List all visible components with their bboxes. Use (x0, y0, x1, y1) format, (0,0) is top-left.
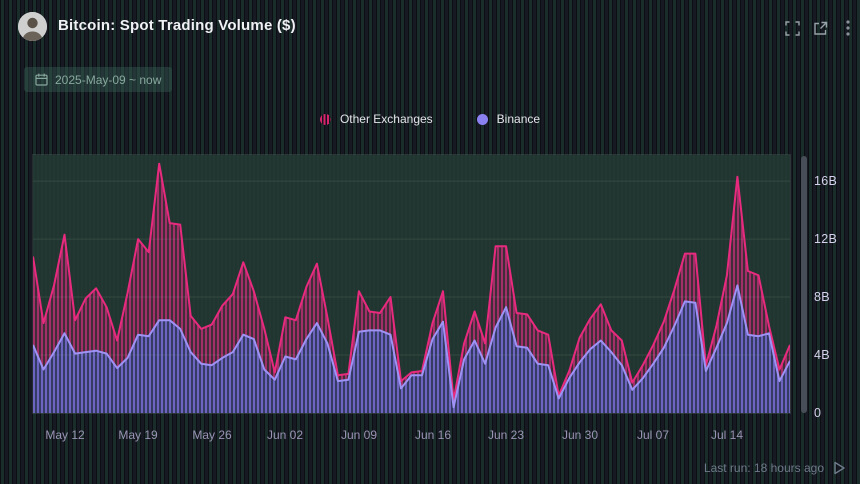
x-axis-label: May 12 (45, 428, 84, 442)
footer-status: Last run: 18 hours ago (704, 461, 846, 475)
date-range-label: 2025-May-09 ~ now (55, 73, 161, 87)
play-icon (835, 463, 844, 474)
chart-scrollbar[interactable] (801, 156, 807, 413)
run-button[interactable] (833, 461, 846, 475)
legend-item-binance[interactable]: Binance (477, 112, 540, 126)
chart-legend: Other Exchanges Binance (0, 112, 860, 126)
app-header: Bitcoin: Spot Trading Volume ($) (0, 0, 860, 52)
open-external-button[interactable] (810, 18, 830, 38)
x-axis-label: May 19 (118, 428, 157, 442)
chart-plot-area[interactable] (33, 155, 790, 413)
y-axis: 04B8B12B16B (814, 155, 858, 413)
kebab-menu-icon (846, 20, 850, 36)
avatar[interactable] (18, 12, 47, 41)
y-axis-label: 4B (814, 348, 830, 362)
calendar-icon (35, 73, 48, 86)
date-range-chip[interactable]: 2025-May-09 ~ now (24, 67, 172, 92)
stacked-area-chart (33, 155, 790, 413)
legend-label: Other Exchanges (340, 112, 433, 126)
page-title: Bitcoin: Spot Trading Volume ($) (58, 17, 296, 34)
more-menu-button[interactable] (838, 18, 858, 38)
x-axis-label: Jun 30 (562, 428, 598, 442)
y-axis-label: 0 (814, 406, 821, 420)
y-axis-label: 12B (814, 232, 837, 246)
legend-dot-binance (477, 114, 488, 125)
y-axis-label: 8B (814, 290, 830, 304)
x-axis-label: Jun 09 (341, 428, 377, 442)
x-axis-label: Jul 14 (711, 428, 743, 442)
x-axis-label: May 26 (192, 428, 231, 442)
x-axis-label: Jul 07 (637, 428, 669, 442)
x-axis-label: Jun 16 (415, 428, 451, 442)
x-axis-label: Jun 23 (488, 428, 524, 442)
x-axis: May 12 May 19 May 26 Jun 02 Jun 09 Jun 16 Jun … (33, 428, 790, 444)
y-axis-label: 16B (814, 174, 837, 188)
external-link-icon (813, 21, 828, 36)
legend-label: Binance (497, 112, 540, 126)
legend-item-other-exchanges[interactable]: Other Exchanges (320, 112, 433, 126)
legend-dot-other-exchanges (320, 114, 331, 125)
fullscreen-icon (785, 21, 800, 36)
person-photo-icon (18, 12, 47, 41)
last-run-label: Last run: 18 hours ago (704, 461, 824, 475)
x-axis-label: Jun 02 (267, 428, 303, 442)
fullscreen-button[interactable] (782, 18, 802, 38)
